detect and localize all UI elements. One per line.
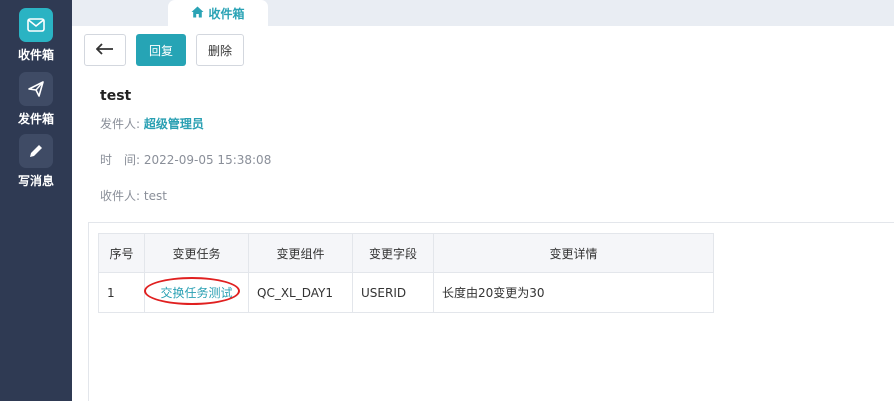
time-value: 2022-09-05 15:38:08: [143, 153, 272, 167]
table-header-row: 序号 变更任务 变更组件 变更字段 变更详情: [98, 233, 714, 273]
message-title: test: [100, 88, 132, 104]
column-header: 变更字段: [352, 233, 434, 273]
sidebar-item-label: 收件箱: [17, 48, 54, 62]
sender-row: 发件人: 超级管理员: [100, 115, 204, 132]
sidebar-item-inbox[interactable]: 收件箱: [0, 8, 72, 63]
send-icon: [19, 72, 53, 106]
recipient-label: 收件人:: [100, 189, 141, 203]
cell-detail: 长度由20变更为30: [433, 272, 714, 313]
home-icon: [191, 6, 204, 21]
changes-table: 序号 变更任务 变更组件 变更字段 变更详情 1 交换任务测试 QC_XL_DA…: [98, 233, 714, 313]
column-header: 变更任务: [144, 233, 249, 273]
sidebar-item-outbox[interactable]: 发件箱: [0, 72, 72, 127]
cell-index: 1: [98, 272, 145, 313]
column-header: 变更组件: [248, 233, 353, 273]
cell-field: USERID: [352, 272, 434, 313]
pencil-icon: [19, 134, 53, 168]
delete-button[interactable]: 删除: [196, 34, 244, 66]
sidebar-item-compose[interactable]: 写消息: [0, 134, 72, 189]
mail-icon: [19, 8, 53, 42]
back-button[interactable]: [84, 34, 126, 66]
table-row: 1 交换任务测试 QC_XL_DAY1 USERID 长度由20变更为30: [98, 272, 714, 313]
cell-component: QC_XL_DAY1: [248, 272, 353, 313]
sender-label: 发件人:: [100, 117, 141, 131]
arrow-left-icon: [95, 42, 114, 58]
tab-inbox[interactable]: 收件箱: [168, 0, 268, 27]
task-link[interactable]: 交换任务测试: [144, 277, 241, 305]
time-row: 时 间: 2022-09-05 15:38:08: [100, 151, 271, 168]
column-header: 序号: [98, 233, 145, 273]
tab-bar: 收件箱: [72, 0, 894, 27]
message-body: 序号 变更任务 变更组件 变更字段 变更详情 1 交换任务测试 QC_XL_DA…: [88, 222, 894, 401]
column-header: 变更详情: [433, 233, 714, 273]
cell-task: 交换任务测试: [144, 272, 249, 313]
time-label: 时 间:: [100, 153, 141, 167]
highlight-circle: [144, 277, 241, 305]
sidebar-item-label: 写消息: [17, 174, 54, 188]
reply-button[interactable]: 回复: [136, 34, 186, 66]
sidebar-item-label: 发件箱: [17, 112, 54, 126]
sender-name[interactable]: 超级管理员: [144, 117, 204, 131]
sidebar: 收件箱 发件箱 写消息: [0, 0, 72, 401]
message-view: 回复 删除 test 发件人: 超级管理员 时 间: 2022-09-05 15…: [72, 26, 894, 401]
tab-label: 收件箱: [208, 7, 245, 21]
recipient-row: 收件人: test: [100, 187, 167, 204]
recipient-value: test: [143, 189, 167, 203]
